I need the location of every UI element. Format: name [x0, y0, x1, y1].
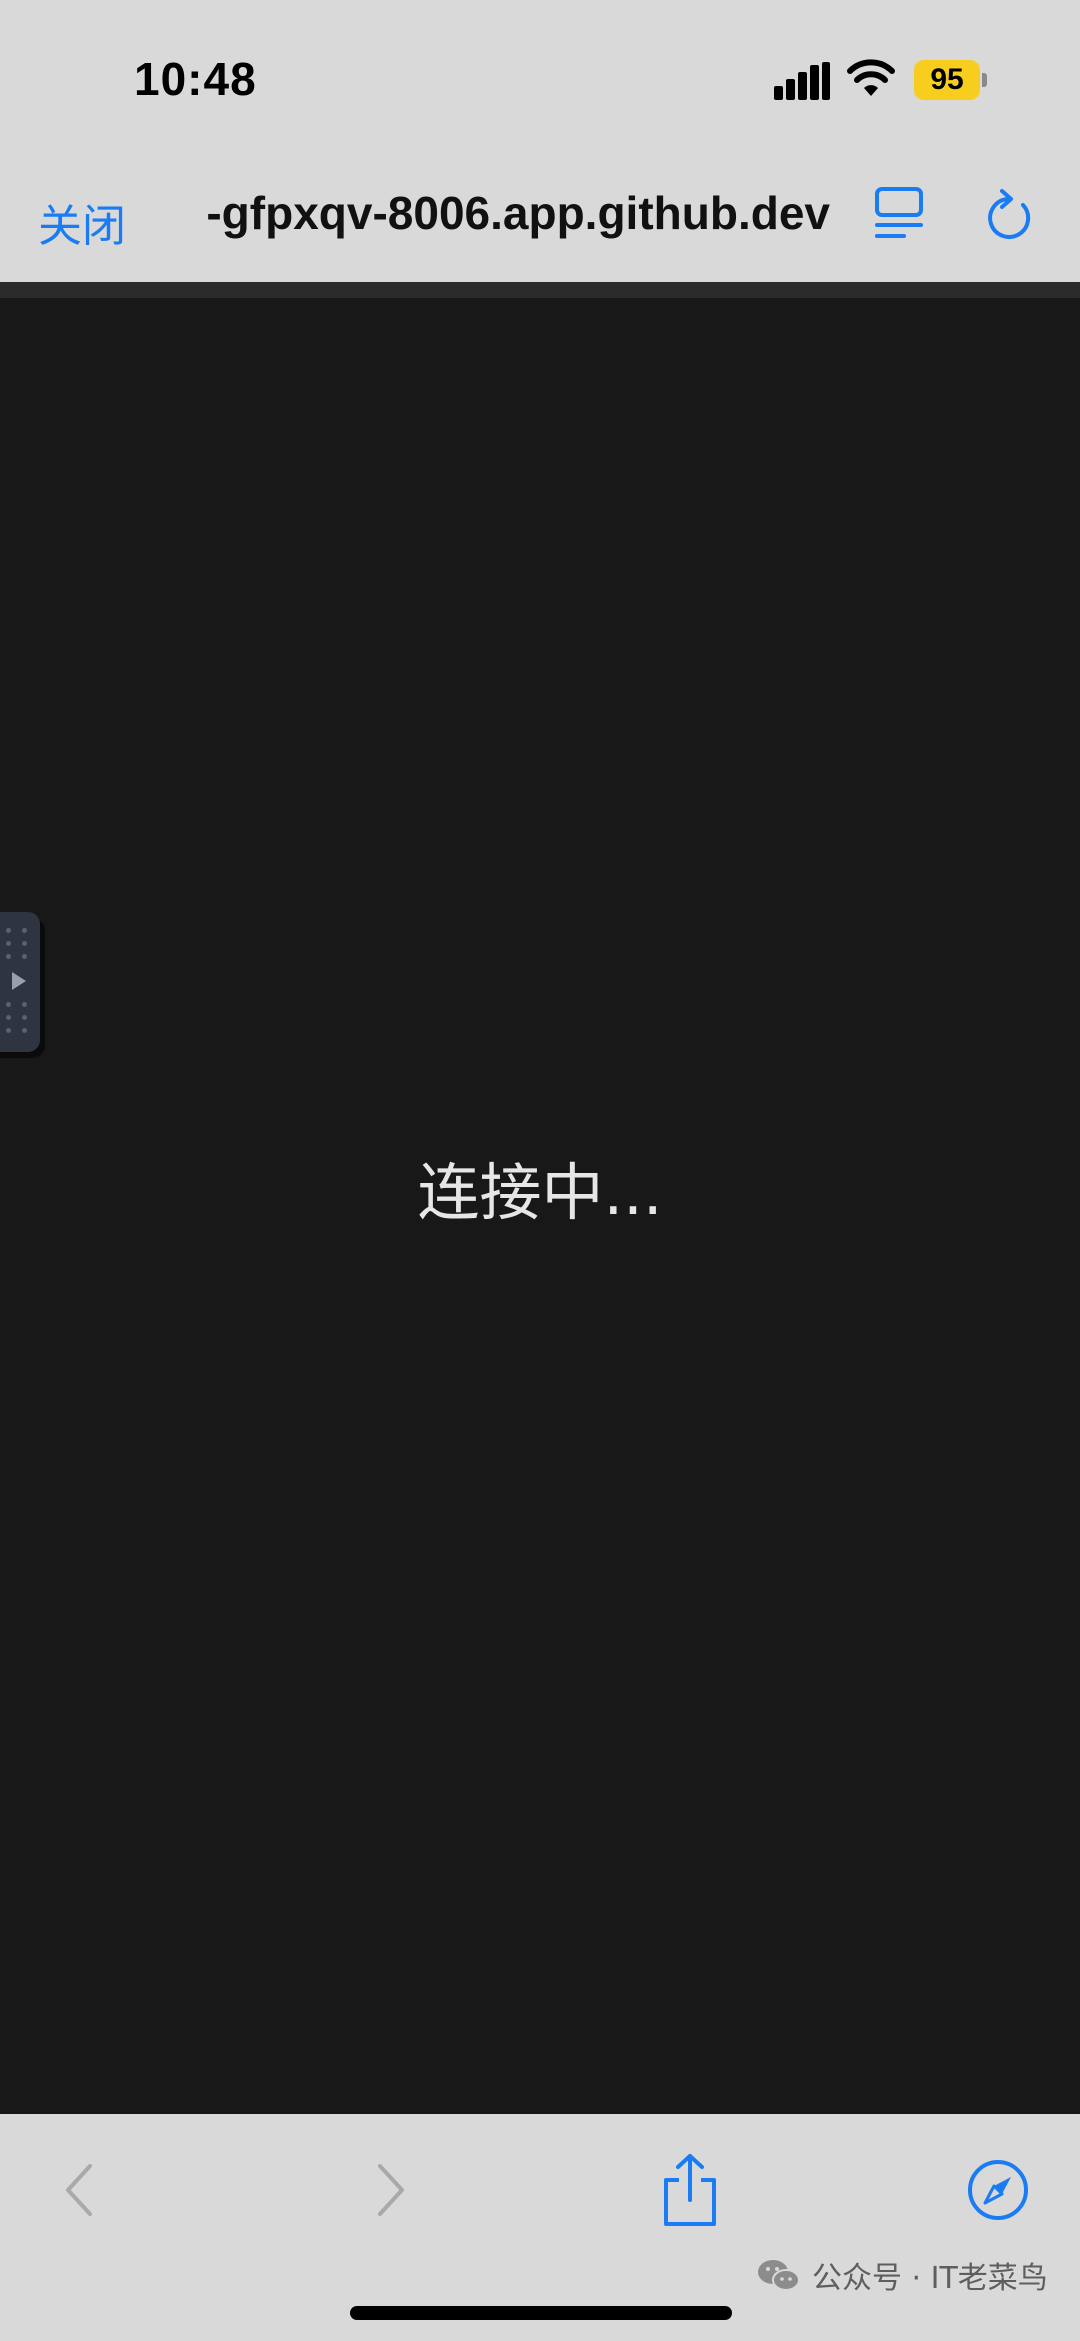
wifi-icon — [847, 59, 895, 96]
watermark-text: 公众号 · IT老菜鸟 — [812, 2261, 1048, 2296]
browser-nav-bar: 关闭 -gfpxqv-8006.app.github.dev — [0, 140, 1080, 282]
safari-button[interactable] — [966, 2158, 1030, 2222]
url-fade — [174, 180, 198, 240]
browser-screen: 10:48 95 关闭 -gfpxqv-8006.app.github.dev — [0, 0, 1080, 2341]
chevron-left-icon — [66, 2164, 92, 2216]
battery-level: 95 — [930, 63, 964, 96]
connecting-status: 连接中... — [417, 1156, 663, 1229]
home-indicator — [350, 2306, 732, 2320]
battery-cap — [982, 73, 987, 87]
status-time: 10:48 — [134, 53, 257, 105]
wechat-icon — [758, 2260, 800, 2291]
share-button[interactable] — [660, 2152, 720, 2228]
drag-dots-bottom — [6, 1002, 30, 1033]
share-icon — [664, 2154, 716, 2226]
compass-icon — [968, 2160, 1028, 2220]
chevron-right-icon — [378, 2164, 404, 2216]
watermark: 公众号 · IT老菜鸟 — [756, 2255, 1048, 2296]
drag-dots-top — [6, 928, 30, 959]
url-text: -gfpxqv-8006.app.github.dev — [206, 187, 830, 239]
side-panel-handle[interactable] — [0, 912, 40, 1052]
forward-button[interactable] — [366, 2158, 414, 2222]
url-display[interactable]: -gfpxqv-8006.app.github.dev — [174, 186, 830, 240]
cellular-signal-icon — [774, 62, 830, 100]
play-icon — [12, 972, 26, 990]
web-content: 连接中... — [0, 282, 1080, 2114]
status-bar: 10:48 95 — [0, 0, 1080, 140]
battery-indicator: 95 — [914, 60, 988, 100]
close-button[interactable]: 关闭 — [38, 190, 126, 254]
back-button[interactable] — [56, 2158, 104, 2222]
reload-icon[interactable] — [982, 188, 1034, 242]
reader-mode-icon[interactable] — [874, 186, 924, 242]
content-top-strip — [0, 282, 1080, 298]
battery-body: 95 — [914, 60, 980, 100]
